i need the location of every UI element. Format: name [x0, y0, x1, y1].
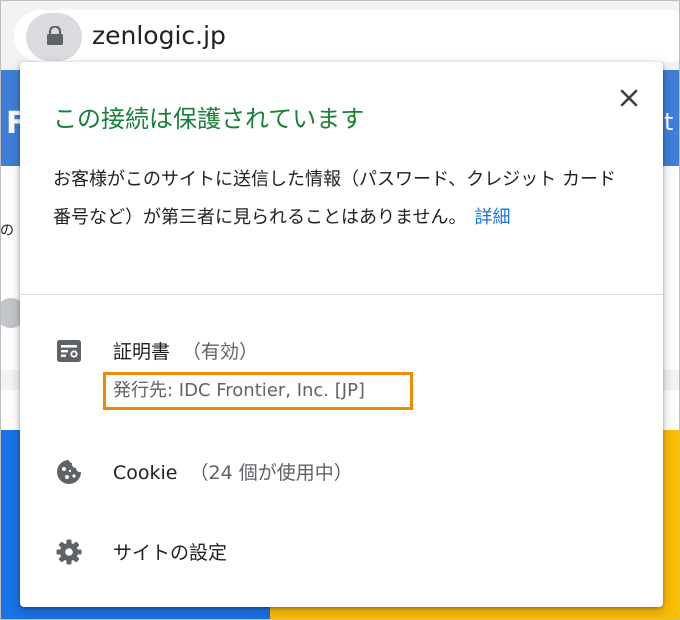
- page-banner-letter-right: t: [664, 108, 674, 136]
- certificate-label: 証明書: [113, 341, 171, 363]
- url-text[interactable]: zenlogic.jp: [92, 20, 226, 52]
- close-icon: [620, 89, 638, 107]
- details-link[interactable]: 詳細: [474, 207, 510, 228]
- lock-icon: [47, 26, 63, 45]
- site-settings-row[interactable]: サイトの設定: [113, 539, 227, 567]
- gear-icon: [56, 539, 82, 565]
- certificate-icon: [57, 340, 81, 362]
- popup-divider: [20, 294, 663, 295]
- cookie-row[interactable]: Cookie （24 個が使用中）: [113, 459, 353, 487]
- certificate-issuer: 発行先: IDC Frontier, Inc. [JP]: [113, 380, 365, 401]
- certificate-status: （有効）: [182, 341, 259, 363]
- close-button[interactable]: [615, 84, 643, 112]
- cookie-label: Cookie: [113, 462, 178, 484]
- certificate-row[interactable]: 証明書 （有効）: [113, 338, 258, 366]
- description-text: お客様がこのサイトに送信した情報（パスワード、クレジット カード番号など）が第三…: [53, 169, 616, 228]
- site-settings-label: サイトの設定: [113, 542, 228, 564]
- page-text-fragment: の: [0, 223, 14, 239]
- cookie-icon: [57, 460, 81, 484]
- connection-secure-title: この接続は保護されています: [53, 105, 365, 133]
- site-info-popup: この接続は保護されています お客様がこのサイトに送信した情報（パスワード、クレジ…: [20, 62, 663, 607]
- connection-description: お客様がこのサイトに送信した情報（パスワード、クレジット カード番号など）が第三…: [53, 161, 633, 237]
- cookie-status: （24 個が使用中）: [189, 462, 353, 484]
